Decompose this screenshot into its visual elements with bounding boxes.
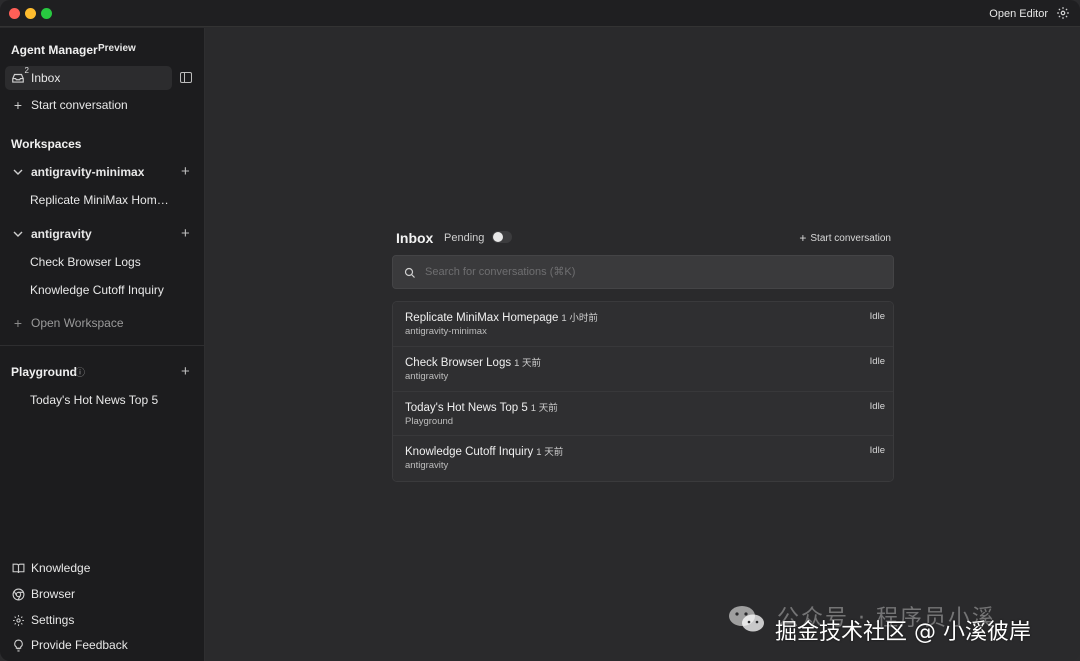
title-bar: Open Editor [0, 0, 1080, 27]
sidebar-item-label: Open Workspace [31, 316, 124, 330]
add-to-workspace-plus-icon[interactable]: + [181, 226, 190, 241]
divider [0, 345, 204, 346]
watermark: 公众号 · 程序员小溪 掘金技术社区 @ 小溪彼岸 [727, 600, 1067, 645]
sidebar-item-feedback[interactable]: Provide Feedback [5, 633, 172, 657]
sidebar-item-label: Inbox [31, 71, 61, 85]
workspace-name: antigravity [31, 227, 92, 241]
conversation-title-line: Replicate MiniMax Homepage 1 小时前 [405, 310, 598, 324]
minimize-window-button[interactable] [25, 8, 36, 19]
conversation-time: 1 天前 [530, 402, 558, 414]
pending-label: Pending [444, 232, 485, 244]
sidebar-item-label: Browser [31, 587, 76, 601]
conversation-title: Replicate MiniMax Homepage [405, 312, 559, 324]
conversation-title-line: Check Browser Logs 1 天前 [405, 355, 541, 369]
conversation-row[interactable]: Knowledge Cutoff Inquiry 1 天前 antigravity… [393, 436, 893, 481]
chevron-down-icon [11, 227, 25, 241]
conversation-status: Idle [869, 355, 885, 367]
conversation-status: Idle [869, 400, 885, 412]
app-title: Agent Manager [11, 43, 98, 57]
sidebar-item-settings[interactable]: Settings [5, 608, 172, 632]
watermark-bottom: 掘金技术社区 @ 小溪彼岸 [775, 620, 1031, 645]
sidebar-item-label: Settings [31, 613, 75, 627]
conversation-time: 1 天前 [536, 447, 564, 459]
preview-badge: Preview [98, 43, 136, 54]
search-icon [404, 266, 416, 278]
conversation-workspace: antigravity [405, 370, 449, 382]
sidebar-item-knowledge[interactable]: Knowledge [5, 556, 172, 580]
conversation-row[interactable]: Today's Hot News Top 51 天前 Playground Id… [393, 391, 893, 437]
search-box [392, 255, 894, 289]
plus-icon: + [799, 231, 807, 245]
wechat-logo-icon [727, 604, 767, 634]
sidebar-item-label: Provide Feedback [31, 638, 128, 652]
sidebar-item-label: Knowledge Cutoff Inquiry [30, 283, 164, 297]
search-input[interactable] [425, 262, 865, 282]
sidebar-item-label: Replicate MiniMax Homepage [30, 193, 172, 207]
start-conversation-button[interactable]: + Start conversation [799, 231, 891, 245]
main-content: Inbox Pending + Start conversation Repli… [205, 28, 1080, 661]
conversation-list: Replicate MiniMax Homepage 1 小时前 antigrav… [392, 301, 894, 482]
sidebar: Agent Manager Preview 2 Inbox + Start co… [0, 28, 205, 661]
book-icon [11, 561, 25, 575]
toggle-sidebar-icon[interactable] [180, 72, 192, 83]
conversation-title-line: Today's Hot News Top 51 天前 [405, 400, 558, 414]
sidebar-item-conversation[interactable]: Today's Hot News Top 5 [5, 388, 172, 412]
sidebar-item-conversation[interactable]: Knowledge Cutoff Inquiry [5, 278, 172, 302]
chrome-icon [11, 587, 25, 601]
sidebar-item-browser[interactable]: Browser [5, 582, 172, 606]
sidebar-item-conversation[interactable]: Check Browser Logs [5, 250, 172, 274]
workspaces-heading: Workspaces [11, 137, 82, 151]
plus-icon: + [13, 97, 23, 113]
conversation-status: Idle [869, 445, 885, 457]
conversation-title: Knowledge Cutoff Inquiry [405, 446, 534, 459]
workspace-antigravity-minimax[interactable]: antigravity-minimax [5, 160, 172, 184]
sidebar-item-label: Check Browser Logs [30, 255, 141, 269]
inbox-count-badge: 2 [24, 66, 29, 75]
conversation-row[interactable]: Replicate MiniMax Homepage 1 小时前 antigrav… [393, 302, 893, 347]
open-editor-button[interactable]: Open Editor [989, 8, 1048, 20]
conversation-title: Today's Hot News Top 5 [405, 401, 528, 414]
conversation-title: Check Browser Logs [405, 356, 512, 369]
sidebar-item-conversation[interactable]: Replicate MiniMax Homepage [5, 188, 172, 212]
workspace-name: antigravity-minimax [31, 165, 145, 179]
conversation-workspace: antigravity-minimax [405, 326, 487, 337]
sidebar-item-label: Knowledge [31, 561, 91, 575]
sidebar-start-conversation[interactable]: + Start conversation [5, 93, 172, 117]
sidebar-item-label: Start conversation [31, 98, 128, 112]
conversation-status: Idle [869, 311, 885, 322]
info-icon[interactable]: ⓘ [75, 364, 85, 379]
close-window-button[interactable] [9, 8, 20, 19]
app-window: Open Editor Agent Manager Preview 2 Inbo… [0, 0, 1080, 661]
conversation-title-line: Knowledge Cutoff Inquiry 1 天前 [405, 444, 563, 458]
conversation-row[interactable]: Check Browser Logs 1 天前 antigravity Idle [393, 346, 893, 392]
zoom-window-button[interactable] [41, 8, 52, 19]
add-playground-plus-icon[interactable]: + [181, 364, 190, 379]
sidebar-item-inbox[interactable]: 2 Inbox [5, 66, 172, 90]
pending-toggle[interactable] [492, 231, 512, 243]
playground-heading: Playground [11, 365, 78, 379]
workspace-antigravity[interactable]: antigravity [5, 222, 172, 246]
chevron-down-icon [11, 165, 25, 179]
lightbulb-icon [11, 638, 25, 652]
open-workspace-button[interactable]: + Open Workspace [5, 311, 172, 335]
conversation-workspace: antigravity [405, 460, 449, 472]
sidebar-item-label: Today's Hot News Top 5 [30, 393, 159, 407]
inbox-icon: 2 [11, 66, 29, 85]
plus-icon: + [13, 315, 23, 331]
conversation-time: 1 小时前 [561, 313, 598, 324]
gear-icon [11, 613, 25, 627]
start-conversation-label: Start conversation [810, 232, 891, 244]
conversation-workspace: Playground [405, 415, 454, 427]
conversation-time: 1 天前 [514, 357, 542, 369]
inbox-title: Inbox [396, 230, 434, 246]
settings-gear-icon[interactable] [1056, 6, 1070, 20]
add-to-workspace-plus-icon[interactable]: + [181, 164, 190, 179]
